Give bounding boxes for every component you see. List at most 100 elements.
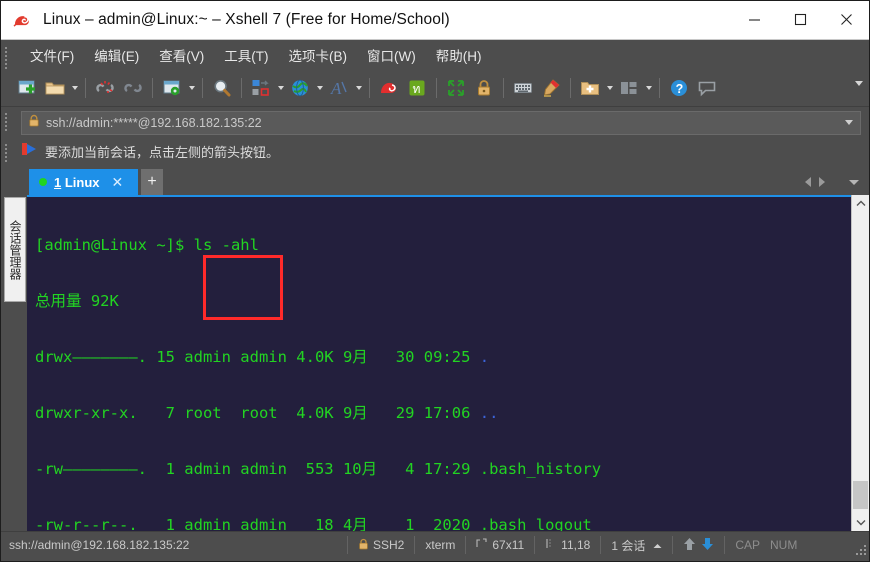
- toolbar-separator: [369, 78, 370, 98]
- globe-dropdown-icon[interactable]: [314, 75, 325, 101]
- add-folder-icon[interactable]: [577, 75, 603, 101]
- toolbar-separator: [241, 78, 242, 98]
- session-manager-label: 会话管理器: [8, 219, 22, 280]
- toolbar-separator: [659, 78, 660, 98]
- tab-label: 1 Linux: [54, 175, 100, 190]
- tab-bar: 1 Linux ✕ +: [1, 165, 869, 195]
- chevron-left-icon[interactable]: [801, 174, 815, 190]
- maximize-button[interactable]: [777, 1, 823, 38]
- keyboard-icon[interactable]: [510, 75, 536, 101]
- terminal-pane[interactable]: [admin@Linux ~]$ ls -ahl 总用量 92K drwx———…: [27, 195, 851, 531]
- status-sessions[interactable]: 1 会话: [601, 532, 672, 558]
- status-num: NUM: [770, 538, 798, 552]
- body-area: 会话管理器 [admin@Linux ~]$ ls -ahl 总用量 92K d…: [1, 195, 869, 531]
- arrow-up-icon: [683, 537, 696, 554]
- menu-tools[interactable]: 工具(T): [215, 42, 277, 68]
- addressbar-grip[interactable]: [5, 113, 9, 133]
- layout-icon[interactable]: [248, 75, 274, 101]
- status-terminal-type: xterm: [425, 538, 456, 552]
- menu-file[interactable]: 文件(F): [21, 42, 83, 68]
- scroll-down-icon[interactable]: [852, 514, 869, 531]
- terminal-line-2: -rw————————. 1 admin admin 553 10月 4 17:…: [35, 455, 851, 483]
- cursor-label: 11,18: [561, 538, 591, 552]
- close-icon[interactable]: ✕: [112, 175, 124, 189]
- open-folder-dropdown-icon[interactable]: [69, 75, 80, 101]
- window-controls: [731, 1, 869, 38]
- terminal-line-3: -rw-r--r--. 1 admin admin 18 4月 1 2020 .…: [35, 511, 851, 531]
- close-button[interactable]: [823, 1, 869, 38]
- protocol-label: SSH2: [373, 538, 405, 552]
- tab-index: 1: [54, 174, 62, 190]
- find-icon[interactable]: [209, 75, 235, 101]
- ls-row-meta-1: drwxr-xr-x. 7 root root 4.0K 9月 29 17:06: [35, 404, 480, 422]
- size-label: 67x11: [492, 538, 525, 552]
- hint-bar: 要添加当前会话，点击左侧的箭头按钮。: [1, 138, 869, 165]
- status-url: ssh://admin@192.168.182.135:22: [9, 538, 190, 552]
- font-dropdown-icon[interactable]: [353, 75, 364, 101]
- new-session-icon[interactable]: [14, 75, 40, 101]
- cursor-icon: [545, 538, 556, 552]
- session-properties-dropdown-icon[interactable]: [186, 75, 197, 101]
- address-bar[interactable]: ssh://admin:*****@192.168.182.135:22: [21, 110, 861, 135]
- toolbar-separator: [85, 78, 86, 98]
- connected-dot-icon: [39, 178, 47, 186]
- terminal-output: [admin@Linux ~]$ ls -ahl 总用量 92K drwx———…: [27, 197, 851, 531]
- disconnect-icon[interactable]: [92, 75, 118, 101]
- terminal-line-1: drwxr-xr-x. 7 root root 4.0K 9月 29 17:06…: [35, 399, 851, 427]
- svg-text:?: ?: [676, 82, 684, 96]
- address-input[interactable]: ssh://admin:*****@192.168.182.135:22: [46, 116, 842, 130]
- sessions-label: 1 会话: [611, 538, 646, 553]
- reconnect-icon[interactable]: [120, 75, 146, 101]
- globe-icon[interactable]: [287, 75, 313, 101]
- open-folder-icon[interactable]: [42, 75, 68, 101]
- menu-bar: 文件(F) 编辑(E) 查看(V) 工具(T) 选项卡(B) 窗口(W) 帮助(…: [1, 40, 869, 70]
- ls-row-name-2: .bash_history: [479, 460, 602, 478]
- add-folder-dropdown-icon[interactable]: [604, 75, 615, 101]
- terminal-line-0: drwx———————. 15 admin admin 4.0K 9月 30 0…: [35, 343, 851, 371]
- xshell-icon[interactable]: [376, 75, 402, 101]
- terminal-scrollbar[interactable]: [851, 195, 869, 531]
- toolbar-overflow-icon[interactable]: [855, 81, 863, 86]
- toolbar-separator: [570, 78, 571, 98]
- font-icon[interactable]: A: [326, 75, 352, 101]
- lock-icon[interactable]: [471, 75, 497, 101]
- menu-window[interactable]: 窗口(W): [358, 42, 425, 68]
- tab-list-dropdown-icon[interactable]: [845, 174, 863, 190]
- menubar-grip[interactable]: [5, 47, 9, 71]
- menu-view[interactable]: 查看(V): [150, 42, 213, 68]
- xshell-snail-icon: [10, 7, 36, 33]
- status-caps: CAP: [735, 538, 761, 552]
- toolbar-separator: [436, 78, 437, 98]
- toolbar-separator: [152, 78, 153, 98]
- comment-icon[interactable]: [694, 75, 720, 101]
- new-tab-button[interactable]: +: [141, 169, 163, 195]
- svg-text:A: A: [330, 79, 342, 98]
- minimize-button[interactable]: [731, 1, 777, 38]
- resize-grip[interactable]: [855, 544, 866, 555]
- panes-icon[interactable]: [616, 75, 642, 101]
- status-cursor: 11,18: [535, 532, 600, 558]
- fullscreen-icon[interactable]: [443, 75, 469, 101]
- tab-linux[interactable]: 1 Linux ✕: [29, 169, 138, 195]
- chevron-up-icon[interactable]: [653, 538, 662, 552]
- session-properties-icon[interactable]: [159, 75, 185, 101]
- highlight-icon[interactable]: [538, 75, 564, 101]
- tab-name: Linux: [64, 174, 100, 190]
- panes-dropdown-icon[interactable]: [643, 75, 654, 101]
- scrollbar-thumb[interactable]: [853, 481, 868, 509]
- owner-column-highlight: [203, 255, 283, 320]
- menu-edit[interactable]: 编辑(E): [85, 42, 148, 68]
- status-transfer: [673, 532, 724, 558]
- ls-row-meta-0: drwx———————. 15 admin admin 4.0K 9月 30 0…: [35, 348, 480, 366]
- scroll-up-icon[interactable]: [852, 195, 869, 212]
- chevron-down-icon[interactable]: [842, 120, 856, 125]
- chevron-right-icon[interactable]: [815, 174, 829, 190]
- menu-tabs[interactable]: 选项卡(B): [280, 42, 357, 68]
- xftp-icon[interactable]: ท: [404, 75, 430, 101]
- menu-help[interactable]: 帮助(H): [427, 42, 491, 68]
- layout-dropdown-icon[interactable]: [275, 75, 286, 101]
- sidebar-item-session-manager[interactable]: 会话管理器: [4, 197, 26, 302]
- help-icon[interactable]: ?: [666, 75, 692, 101]
- status-size: 67x11: [466, 532, 534, 558]
- toolbar-separator: [202, 78, 203, 98]
